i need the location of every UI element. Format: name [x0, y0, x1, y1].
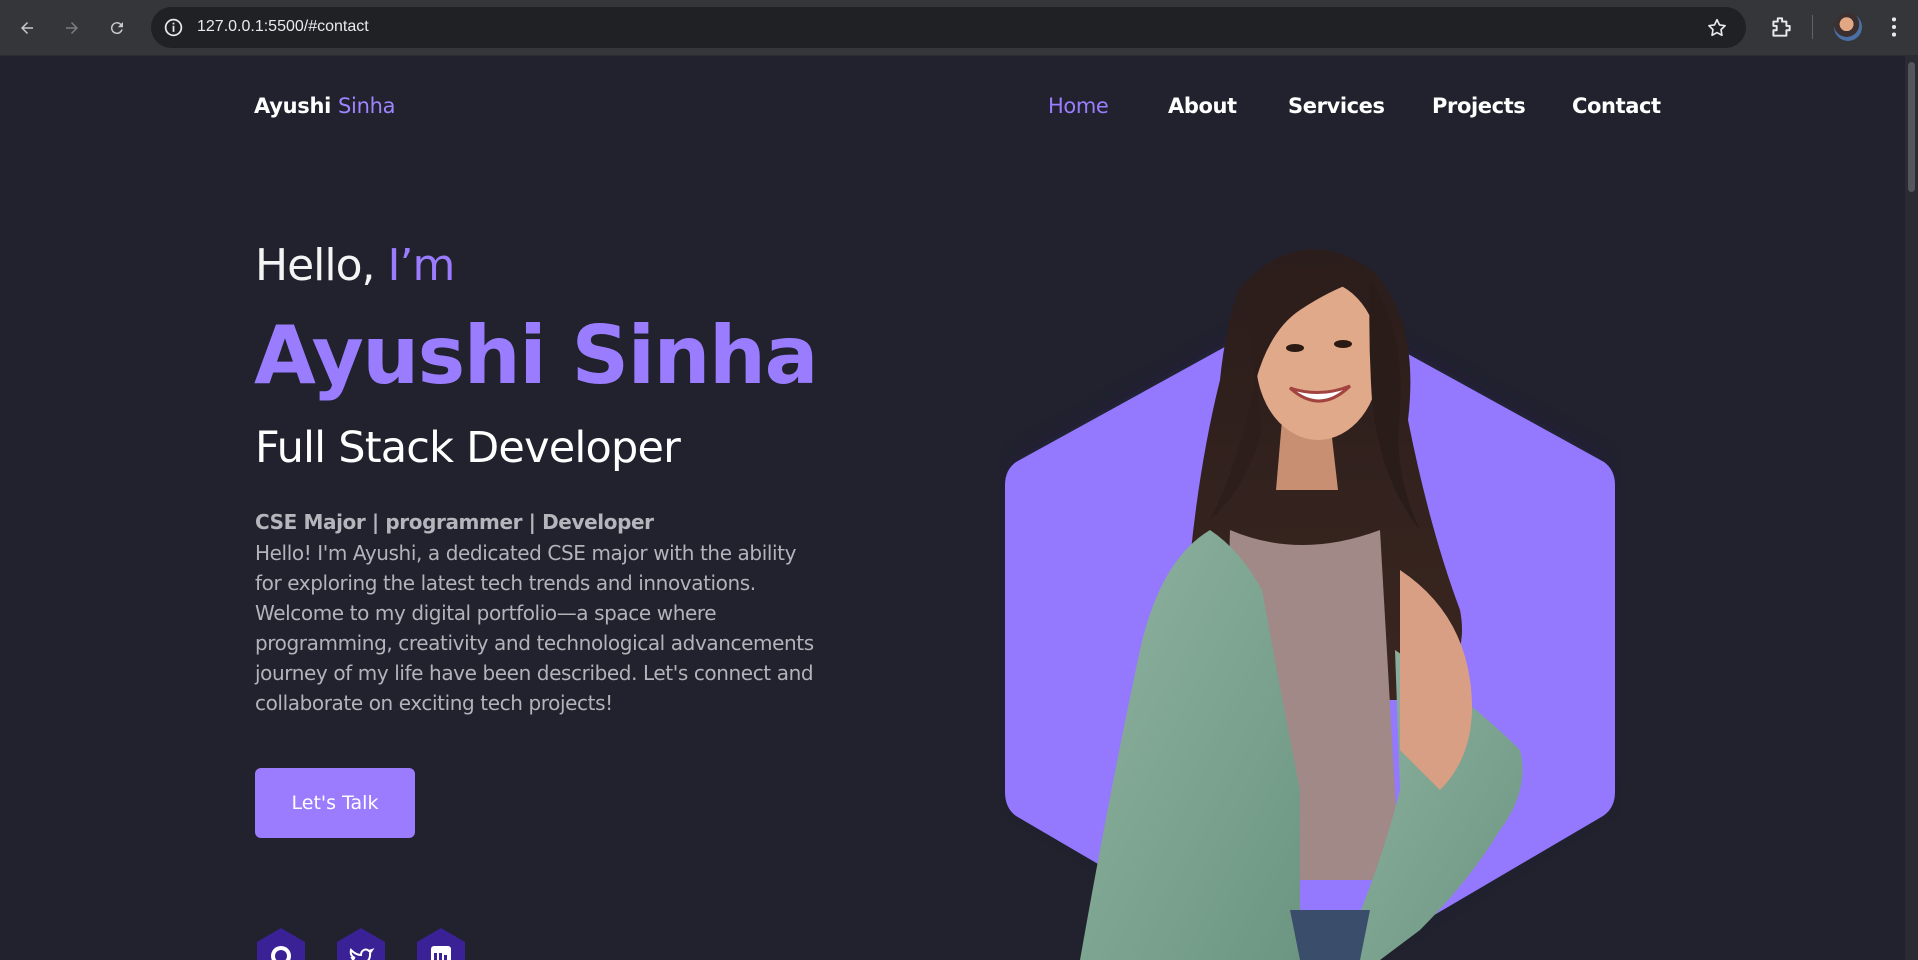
bookmark-star-icon[interactable] [1706, 17, 1728, 39]
hero-portrait [1005, 249, 1615, 960]
hero-role: Full Stack Developer [255, 423, 681, 473]
linkedin-icon[interactable] [415, 928, 467, 960]
github-icon[interactable] [255, 928, 307, 960]
logo-last-name: Sinha [338, 94, 396, 118]
lets-talk-button[interactable]: Let's Talk [255, 768, 415, 838]
site-info-icon[interactable] [163, 17, 184, 38]
profile-avatar[interactable] [1834, 13, 1862, 41]
nav-about[interactable]: About [1168, 94, 1237, 118]
hero-greeting: Hello, I’m [255, 240, 456, 291]
twitter-icon[interactable] [335, 928, 387, 960]
back-arrow-icon[interactable] [13, 14, 41, 42]
toolbar-divider [1812, 15, 1813, 39]
greeting-accent: I’m [387, 240, 456, 291]
nav-home[interactable]: Home [1048, 94, 1109, 118]
site-logo[interactable]: Ayushi Sinha [254, 94, 395, 118]
logo-first-name: Ayushi [254, 94, 331, 118]
page-scrollbar[interactable] [1905, 56, 1918, 960]
hero-tagline: CSE Major | programmer | Developer [255, 510, 654, 534]
url-text[interactable]: 127.0.0.1:5500/#contact [197, 18, 369, 36]
nav-projects[interactable]: Projects [1432, 94, 1526, 118]
address-bar[interactable]: 127.0.0.1:5500/#contact [151, 7, 1746, 48]
nav-services[interactable]: Services [1288, 94, 1385, 118]
browser-toolbar: 127.0.0.1:5500/#contact [0, 0, 1918, 56]
menu-dots-icon[interactable] [1881, 14, 1907, 40]
hero-name: Ayushi Sinha [254, 309, 818, 402]
greeting-text: Hello, [255, 240, 376, 291]
hero-bio: Hello! I'm Ayushi, a dedicated CSE major… [255, 541, 814, 715]
extensions-icon[interactable] [1768, 14, 1794, 40]
scrollbar-thumb[interactable] [1908, 62, 1915, 192]
nav-contact[interactable]: Contact [1572, 94, 1661, 118]
reload-icon[interactable] [103, 14, 131, 42]
forward-arrow-icon[interactable] [58, 14, 86, 42]
